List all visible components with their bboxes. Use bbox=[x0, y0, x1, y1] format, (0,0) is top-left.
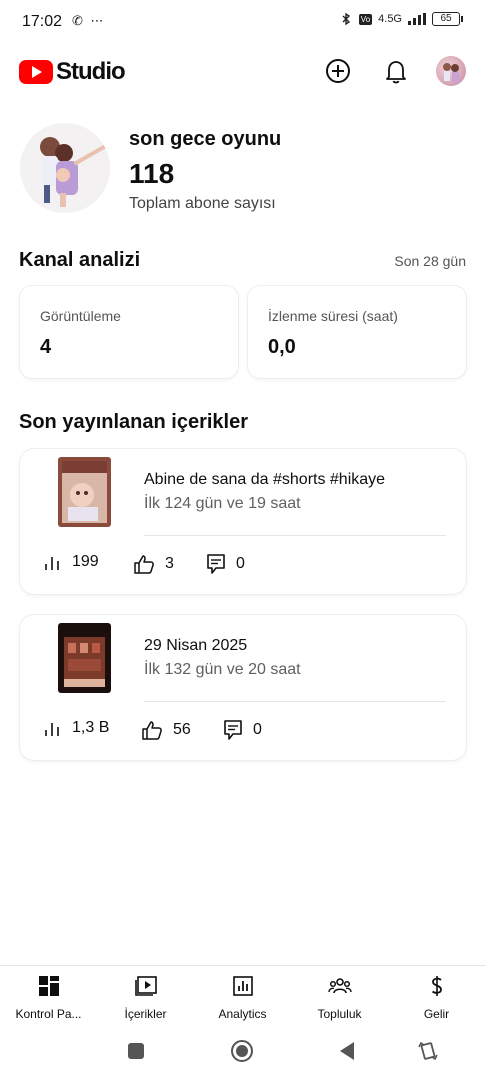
nav-community[interactable]: Topluluk bbox=[291, 974, 388, 1021]
call-status-icon: ✆ ⋯ bbox=[72, 13, 106, 28]
views-metric: 1,3 B bbox=[44, 719, 109, 737]
subscriber-count: 118 bbox=[129, 158, 175, 189]
analytics-icon bbox=[232, 976, 253, 996]
battery-icon: 65 bbox=[432, 12, 463, 26]
network-type: 4.5G bbox=[378, 13, 402, 25]
views-metric: 199 bbox=[44, 553, 99, 571]
content-period: İlk 124 gün ve 19 saat bbox=[144, 495, 301, 512]
thumbnail-image-icon bbox=[58, 623, 111, 693]
thumbs-up-icon bbox=[142, 721, 162, 740]
system-nav-bar bbox=[0, 1030, 486, 1080]
status-time: 17:02 bbox=[22, 13, 63, 30]
content-play-icon bbox=[134, 976, 157, 996]
thumbnail-image-icon bbox=[58, 457, 111, 527]
content-divider bbox=[144, 535, 446, 536]
signal-icon bbox=[408, 13, 426, 25]
likes-count: 56 bbox=[173, 721, 191, 738]
home-icon[interactable] bbox=[230, 1039, 254, 1063]
thumbs-up-icon bbox=[134, 555, 154, 574]
channel-avatar[interactable] bbox=[20, 123, 110, 213]
nav-earn-label: Gelir bbox=[423, 1007, 450, 1021]
comments-count: 0 bbox=[253, 721, 262, 738]
app-bar: Studio bbox=[0, 52, 486, 92]
volte-icon: Vo bbox=[358, 13, 373, 25]
watch-time-label: İzlenme süresi (saat) bbox=[268, 308, 398, 324]
video-thumbnail bbox=[58, 457, 111, 527]
comment-icon bbox=[224, 720, 242, 740]
recent-apps-icon[interactable] bbox=[124, 1039, 148, 1063]
content-divider bbox=[144, 701, 446, 702]
likes-count: 3 bbox=[165, 555, 174, 572]
bell-icon[interactable] bbox=[381, 56, 411, 86]
views-value: 4 bbox=[40, 336, 52, 358]
logo-text: Studio bbox=[56, 58, 126, 85]
content-title: 29 Nisan 2025 bbox=[144, 637, 248, 654]
status-bar: 17:02 ✆ ⋯ Vo 4.5G 65 bbox=[0, 0, 486, 44]
nav-dashboard-label: Kontrol Pa... bbox=[15, 1007, 82, 1021]
analytics-title: Kanal analizi bbox=[19, 249, 141, 271]
nav-community-label: Topluluk bbox=[317, 1007, 362, 1021]
content-card[interactable]: Abine de sana da #shorts #hikaye İlk 124… bbox=[20, 449, 466, 594]
dashboard-icon bbox=[38, 976, 59, 996]
recent-content-title: Son yayınlanan içerikler bbox=[19, 411, 248, 433]
bluetooth-icon bbox=[342, 12, 350, 26]
content-title: Abine de sana da #shorts #hikaye bbox=[144, 471, 386, 488]
watch-time-card[interactable]: İzlenme süresi (saat) 0,0 bbox=[248, 286, 466, 378]
content-card[interactable]: 29 Nisan 2025 İlk 132 gün ve 20 saat 1,3… bbox=[20, 615, 466, 760]
analytics-range: Son 28 gün bbox=[394, 253, 466, 269]
nav-content-label: İçerikler bbox=[124, 1007, 167, 1021]
watch-time-value: 0,0 bbox=[268, 336, 296, 358]
bar-chart-icon bbox=[45, 723, 59, 736]
subscriber-label: Toplam abone sayısı bbox=[129, 195, 276, 212]
comments-count: 0 bbox=[236, 555, 245, 572]
video-thumbnail bbox=[58, 623, 111, 693]
views-label: Görüntüleme bbox=[40, 308, 121, 324]
nav-content[interactable]: İçerikler bbox=[97, 974, 194, 1021]
likes-metric: 3 bbox=[133, 553, 174, 575]
comment-icon bbox=[207, 554, 225, 574]
nav-dashboard[interactable]: Kontrol Pa... bbox=[0, 974, 97, 1021]
views-card[interactable]: Görüntüleme 4 bbox=[20, 286, 238, 378]
status-right-icons: Vo 4.5G 65 bbox=[339, 12, 463, 26]
likes-metric: 56 bbox=[141, 719, 191, 741]
youtube-play-icon bbox=[19, 60, 53, 84]
rotate-screen-icon[interactable] bbox=[416, 1039, 440, 1063]
bottom-nav: Kontrol Pa... İçerikler Analytics Toplul… bbox=[0, 965, 486, 1023]
account-avatar[interactable] bbox=[436, 56, 466, 86]
nav-analytics-label: Analytics bbox=[218, 1007, 267, 1021]
content-period: İlk 132 gün ve 20 saat bbox=[144, 661, 301, 678]
add-circle-icon[interactable] bbox=[323, 56, 353, 86]
channel-avatar-illustration-icon bbox=[20, 123, 110, 213]
comments-metric: 0 bbox=[223, 719, 262, 741]
avatar-illustration-icon bbox=[443, 63, 459, 82]
nav-earn[interactable]: Gelir bbox=[388, 974, 485, 1021]
dollar-icon bbox=[431, 976, 442, 996]
comments-metric: 0 bbox=[206, 553, 245, 575]
channel-name: son gece oyunu bbox=[129, 128, 282, 150]
nav-analytics[interactable]: Analytics bbox=[194, 974, 291, 1021]
community-icon bbox=[327, 978, 352, 994]
views-count: 1,3 B bbox=[72, 719, 110, 736]
views-count: 199 bbox=[72, 553, 99, 570]
back-icon[interactable] bbox=[336, 1039, 360, 1063]
youtube-studio-logo[interactable]: Studio bbox=[19, 58, 126, 86]
bar-chart-icon bbox=[45, 557, 59, 570]
